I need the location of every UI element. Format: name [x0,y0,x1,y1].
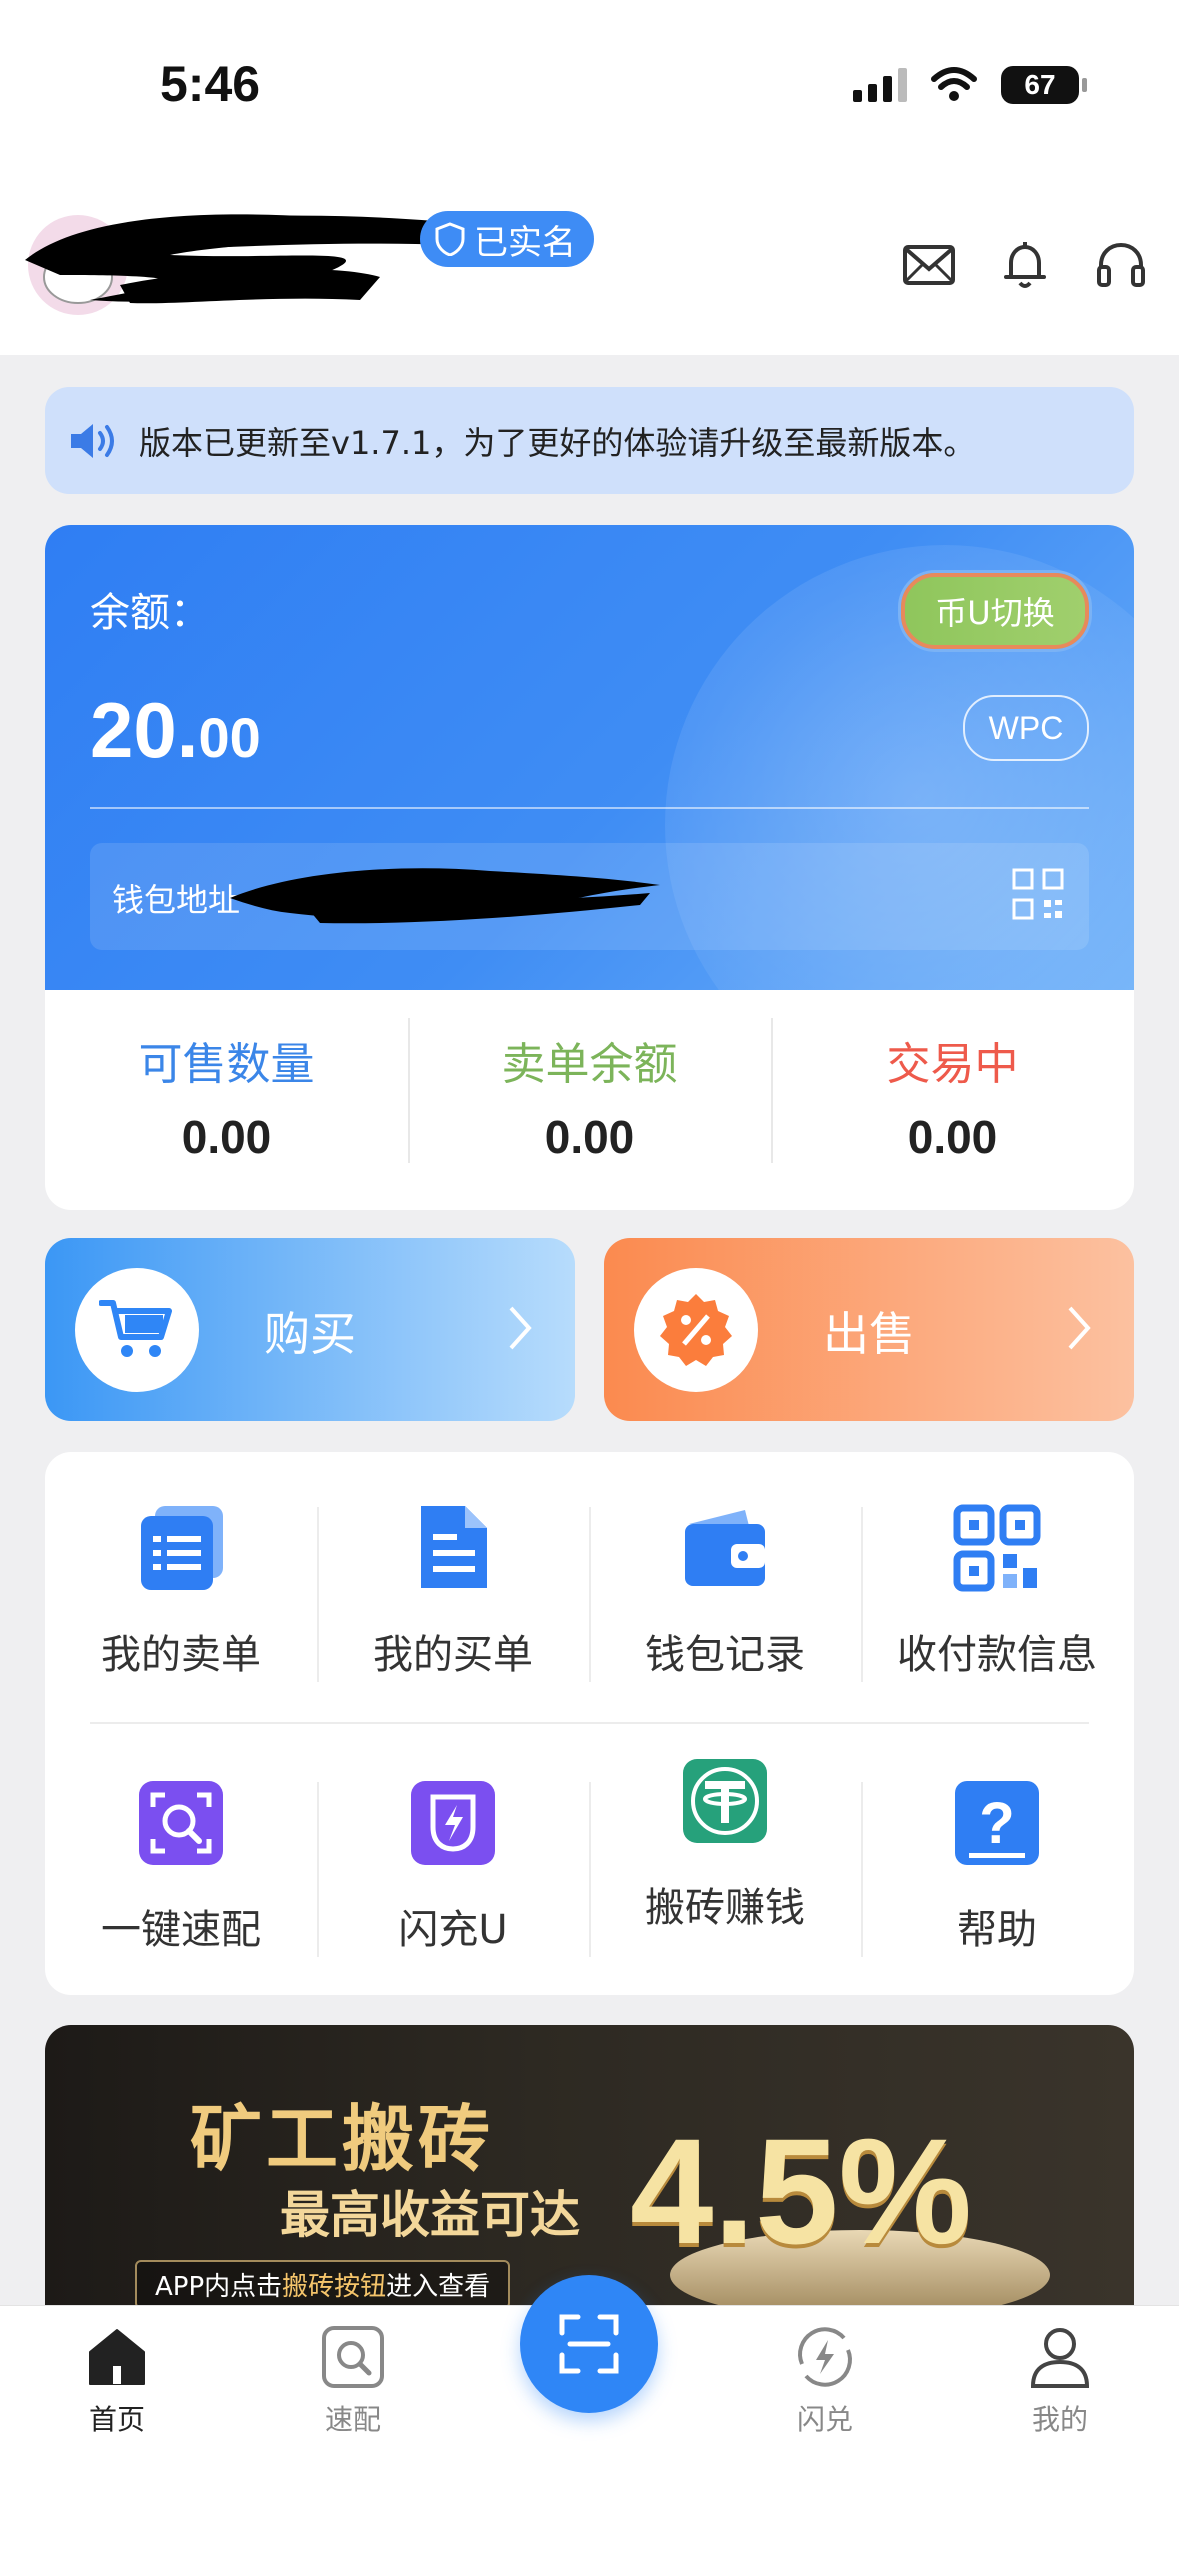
app-header: 已实名 [0,175,1179,355]
grid-item-label: 钱包记录 [645,1632,805,1678]
grid-item-wallet-records[interactable]: 钱包记录 [589,1492,861,1722]
stat-label: 交易中 [886,1039,1019,1090]
wallet-address-redacted [230,868,660,924]
grid-item-label: 帮助 [957,1907,1037,1953]
notice-text: 版本已更新至v1.7.1，为了更好的体验请升级至最新版本。 [139,423,976,462]
buy-orders-icon [421,1506,487,1588]
grid-item-help[interactable]: ? 帮助 [861,1767,1133,1997]
tab-home[interactable]: 首页 [47,2324,187,2438]
tab-flash-exchange[interactable]: 闪兑 [755,2324,895,2438]
home-icon [89,2329,145,2385]
banner-hint-post: 进入查看 [386,2272,491,2302]
grid-item-quick-match[interactable]: 一键速配 [45,1767,317,1997]
grid-item-label: 闪充U [398,1907,508,1953]
grid-item-brick-earn[interactable]: 搬砖赚钱 [589,1759,861,1997]
currency-switch-button[interactable]: 币U切换 [901,573,1089,649]
username-redacted [25,214,460,304]
verified-label: 已实名 [474,222,576,263]
wallet-address-row[interactable]: 钱包地址 [90,843,1089,950]
tab-label: 首页 [88,2403,145,2436]
tab-label: 速配 [324,2403,381,2436]
grid-row: 我的卖单 我的买单 钱包记录 收付款信息 [45,1492,1134,1722]
banner-hint: APP内点击搬砖按钮进入查看 [135,2260,511,2305]
grid-item-label: 我的卖单 [101,1632,261,1678]
stat-label: 卖单余额 [501,1039,678,1090]
tether-icon [683,1759,767,1843]
verified-badge: 已实名 [420,211,594,267]
grid-item-payment-info[interactable]: 收付款信息 [861,1492,1133,1722]
banner-title: 矿工搬砖 [190,2097,495,2181]
divider [90,807,1089,809]
sell-label: 出售 [823,1307,915,1361]
balance-header: 余额： 20.00 币U切换 WPC 钱包地址 [45,525,1134,990]
banner-percent: 4.5% [630,2107,972,2275]
grid-item-label: 我的买单 [373,1632,533,1678]
tab-label: 闪兑 [796,2403,853,2436]
status-icons: 67 [853,66,1087,104]
flash-charge-icon [411,1781,495,1865]
payment-info-icon [953,1504,1041,1592]
stat-value: 0.00 [181,1111,272,1163]
status-bar: 5:46 67 [0,0,1179,175]
banner-hint-pre: APP内点击 [155,2272,283,2302]
help-icon: ? [955,1781,1039,1865]
buy-button[interactable]: 购买 [45,1238,575,1421]
svg-text:?: ? [979,1791,1014,1856]
stat-in-trade: 交易中 0.00 [771,990,1134,1210]
shield-icon [435,222,465,256]
grid-item-label: 搬砖赚钱 [645,1885,805,1931]
cellular-signal-icon [853,68,907,102]
sell-orders-icon [141,1506,223,1590]
bell-icon[interactable] [997,237,1053,293]
function-grid: 我的卖单 我的买单 钱包记录 收付款信息 一键速配 闪充U 搬砖赚钱 ? 帮助 [45,1452,1134,1995]
balance-label: 余额： [90,590,210,636]
quick-match-icon [322,2326,384,2388]
grid-row: 一键速配 闪充U 搬砖赚钱 ? 帮助 [45,1759,1134,1997]
chevron-right-icon [1068,1306,1091,1350]
header-actions [901,237,1149,293]
headset-icon[interactable] [1093,237,1149,293]
update-notice[interactable]: 版本已更新至v1.7.1，为了更好的体验请升级至最新版本。 [45,387,1134,494]
wifi-icon [931,67,977,101]
wallet-address-label: 钱包地址 [112,881,241,919]
status-time: 5:46 [160,56,261,112]
banner-hint-highlight: 搬砖按钮 [282,2272,387,2302]
mail-icon[interactable] [901,237,957,293]
chevron-right-icon [509,1306,532,1350]
tab-mine[interactable]: 我的 [990,2324,1130,2438]
scan-icon [559,2314,619,2374]
grid-item-my-buy-orders[interactable]: 我的买单 [317,1492,589,1722]
tab-match[interactable]: 速配 [283,2324,423,2438]
buy-label: 购买 [264,1307,356,1361]
banner-subtitle: 最高收益可达 [280,2186,580,2244]
stat-label: 可售数量 [138,1039,315,1090]
speaker-icon [71,423,114,458]
grid-item-label: 收付款信息 [897,1632,1097,1678]
stat-sell-balance: 卖单余额 0.00 [408,990,771,1210]
battery-indicator: 67 [1001,66,1087,104]
stat-sellable: 可售数量 0.00 [45,990,408,1210]
qr-code-icon[interactable] [1011,867,1065,921]
flash-exchange-icon [798,2327,852,2387]
balance-amount: 20.00 [90,685,261,776]
promo-banner[interactable]: 矿工搬砖 最高收益可达 4.5% APP内点击搬砖按钮进入查看 [45,2025,1134,2305]
balance-stats: 可售数量 0.00 卖单余额 0.00 交易中 0.00 [45,990,1134,1210]
stat-value: 0.00 [544,1111,635,1163]
stat-value: 0.00 [907,1111,998,1163]
wallet-records-icon [685,1510,765,1586]
balance-amount-integer: 20. [90,686,199,774]
balance-card: 余额： 20.00 币U切换 WPC 钱包地址 可售数量 0.00 卖单余额 0… [45,525,1134,1210]
currency-badge[interactable]: WPC [963,695,1089,761]
tab-label: 我的 [1031,2403,1088,2436]
grid-item-flash-charge[interactable]: 闪充U [317,1767,589,1997]
scan-button[interactable] [520,2275,658,2413]
grid-item-label: 一键速配 [101,1907,261,1953]
sell-button[interactable]: 出售 [604,1238,1134,1421]
balance-amount-decimal: 00 [198,706,261,769]
divider [90,1722,1089,1724]
quick-match-icon [139,1781,223,1865]
grid-item-my-sell-orders[interactable]: 我的卖单 [45,1492,317,1722]
profile-icon [1030,2328,1090,2388]
